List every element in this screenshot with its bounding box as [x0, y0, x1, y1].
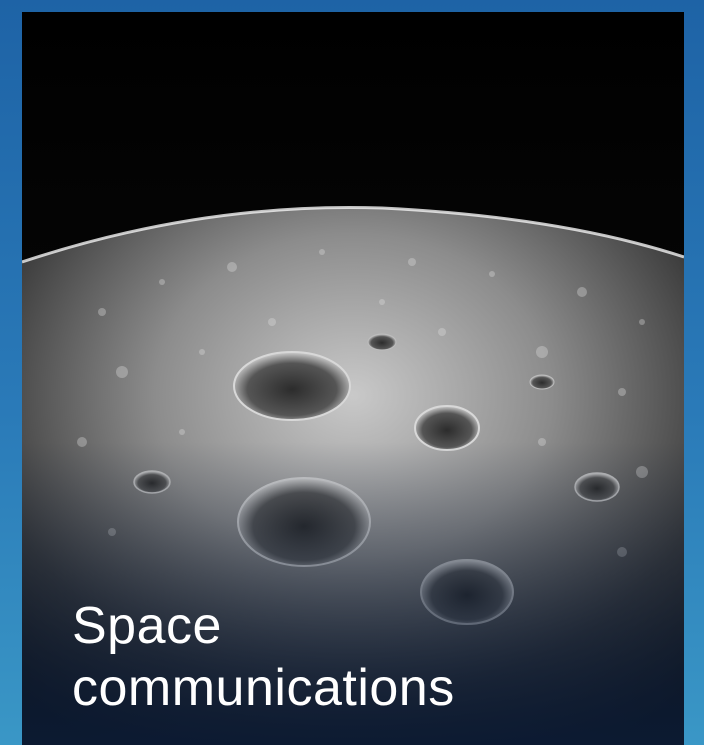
tile-title-line-1: Space: [72, 597, 222, 655]
tile-title-line-2: communications: [72, 659, 455, 717]
tile-title: Space communications: [72, 595, 455, 719]
space-communications-tile[interactable]: Space communications: [22, 12, 684, 745]
